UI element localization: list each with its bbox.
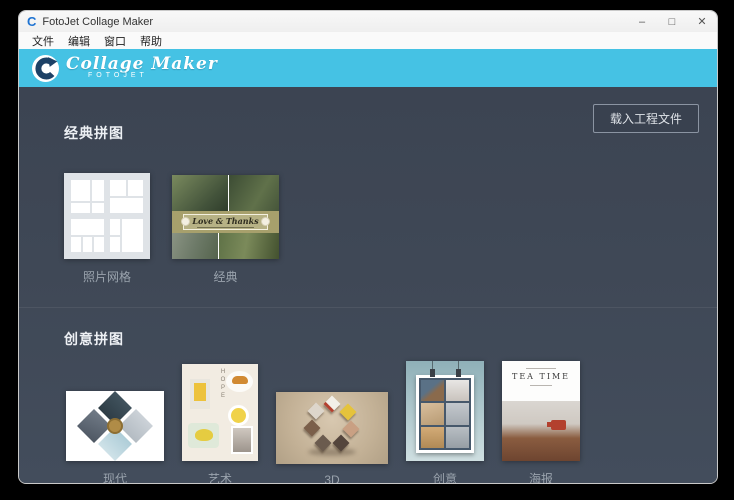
logo-text: Collage Maker FOTOJET <box>66 56 218 80</box>
menu-edit[interactable]: 编辑 <box>61 33 97 49</box>
main-content: 载入工程文件 经典拼图 <box>19 87 717 483</box>
modern-thumbnail[interactable] <box>66 391 164 461</box>
cube-shadow <box>308 448 356 456</box>
art-portrait-photo <box>231 426 253 454</box>
dog-poster <box>416 375 474 453</box>
poster-header: TEA TIME <box>502 361 580 401</box>
fotojet-logo-icon <box>32 55 59 82</box>
maximize-button[interactable]: □ <box>657 11 687 32</box>
window-controls: – □ ✕ <box>627 11 717 32</box>
gold-seal-icon <box>107 418 123 434</box>
template-label: 经典 <box>213 268 237 285</box>
load-project-button[interactable]: 载入工程文件 <box>593 104 699 133</box>
minimize-button[interactable]: – <box>627 11 657 32</box>
dog-photo <box>421 380 444 401</box>
grid-layout-preview <box>110 180 143 213</box>
menu-help[interactable]: 帮助 <box>133 33 169 49</box>
photo-cube <box>308 403 325 420</box>
creative-templates-row: 现代 HOPE 艺术 <box>66 361 598 484</box>
template-3d[interactable]: 3D <box>276 392 388 484</box>
poster-caption: TEA TIME <box>502 372 580 381</box>
photo-cube <box>324 396 341 413</box>
flower-icon <box>261 217 270 226</box>
dog-photo <box>446 427 469 448</box>
dog-photo <box>421 403 444 424</box>
photo-grid-thumbnail[interactable] <box>64 173 150 259</box>
photo-cube <box>340 404 357 421</box>
art-drink-photo <box>190 379 210 409</box>
template-label: 海报 <box>529 470 553 484</box>
template-modern[interactable]: 现代 <box>66 391 164 484</box>
template-art[interactable]: HOPE 艺术 <box>182 364 258 484</box>
section-divider <box>19 307 717 308</box>
template-label: 3D <box>324 473 339 484</box>
window-title: FotoJet Collage Maker <box>42 16 153 28</box>
flower-icon <box>181 217 190 226</box>
art-plate-photo <box>226 371 253 392</box>
menu-file[interactable]: 文件 <box>25 33 61 49</box>
section-title-classic: 经典拼图 <box>64 123 124 143</box>
teapot-icon <box>551 420 566 430</box>
creative-thumbnail[interactable] <box>406 361 484 461</box>
brand-header: Collage Maker FOTOJET <box>19 49 717 87</box>
template-photo-grid[interactable]: 照片网格 <box>64 173 150 285</box>
app-icon: C <box>27 15 36 28</box>
template-poster[interactable]: TEA TIME 海报 <box>502 361 580 484</box>
classic-banner: Love & Thanks <box>172 211 279 233</box>
clip-icon <box>430 369 435 377</box>
grid-layout-preview <box>110 219 143 252</box>
close-button[interactable]: ✕ <box>687 11 717 32</box>
template-label: 创意 <box>433 470 457 484</box>
grid-layout-preview <box>71 219 104 252</box>
clip-icon <box>456 369 461 377</box>
app-window: C FotoJet Collage Maker – □ ✕ 文件 编辑 窗口 帮… <box>18 10 718 484</box>
template-label: 照片网格 <box>83 268 131 285</box>
three-d-thumbnail[interactable] <box>276 392 388 464</box>
classic-thumbnail[interactable]: Love & Thanks <box>172 175 279 259</box>
dog-photo <box>446 403 469 424</box>
photo-cube <box>343 421 360 438</box>
dog-photo <box>421 427 444 448</box>
menu-bar: 文件 编辑 窗口 帮助 <box>19 32 717 49</box>
art-caption: HOPE <box>220 369 226 401</box>
title-bar: C FotoJet Collage Maker – □ ✕ <box>19 11 717 32</box>
menu-window[interactable]: 窗口 <box>97 33 133 49</box>
classic-caption: Love & Thanks <box>192 216 258 226</box>
template-label: 艺术 <box>208 470 232 484</box>
grid-layout-preview <box>71 180 104 213</box>
dog-photo <box>446 380 469 401</box>
poster-thumbnail[interactable]: TEA TIME <box>502 361 580 461</box>
classic-top-photos <box>172 175 279 211</box>
poster-tea-photo <box>502 401 580 461</box>
art-fruit-photo <box>228 405 249 426</box>
art-hat-photo <box>188 423 219 448</box>
classic-templates-row: 照片网格 Love & Thanks <box>64 173 301 285</box>
section-title-creative: 创意拼图 <box>64 329 124 349</box>
photo-cube <box>304 420 321 437</box>
art-thumbnail[interactable]: HOPE <box>182 364 258 461</box>
template-classic[interactable]: Love & Thanks 经典 <box>172 175 279 285</box>
template-label: 现代 <box>103 470 127 484</box>
classic-bottom-photos <box>172 233 279 259</box>
logo-title: Collage Maker <box>66 56 218 72</box>
template-creative[interactable]: 创意 <box>406 361 484 484</box>
